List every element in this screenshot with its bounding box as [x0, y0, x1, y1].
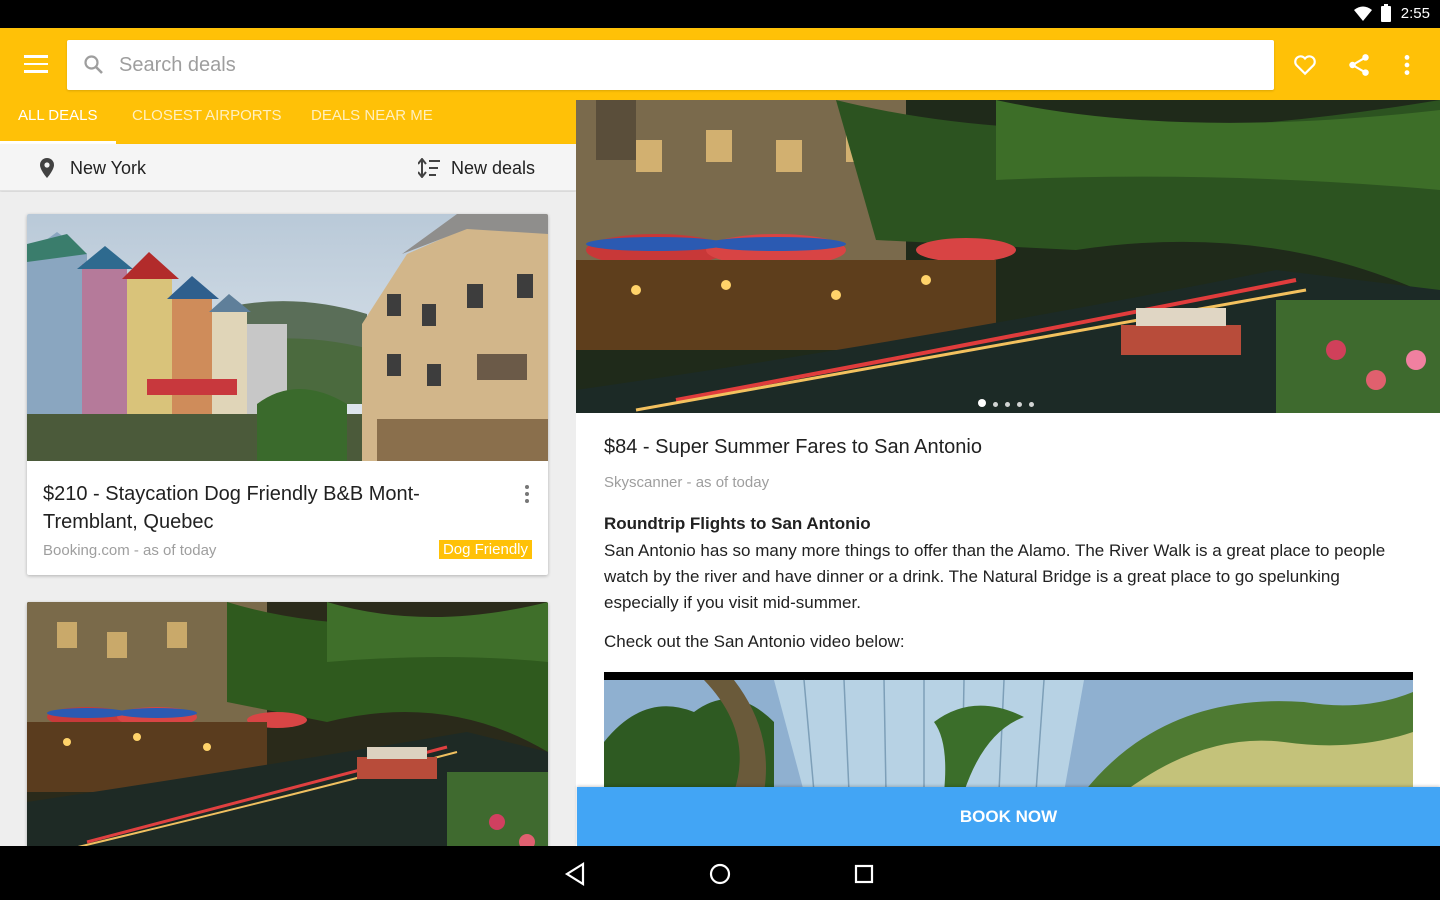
share-icon[interactable] [1346, 52, 1372, 78]
recents-icon[interactable] [851, 861, 877, 887]
deal-list: $210 - Staycation Dog Friendly B&B Mont-… [0, 192, 576, 846]
tab-closest-airports[interactable]: CLOSEST AIRPORTS [132, 100, 282, 144]
gallery-dot[interactable] [1005, 402, 1010, 407]
search-icon [84, 55, 103, 74]
gallery-dot[interactable] [1029, 402, 1034, 407]
sort-selector[interactable]: New deals [451, 158, 535, 179]
detail-title: $84 - Super Summer Fares to San Antonio [604, 436, 982, 458]
location-pin-icon [40, 158, 54, 178]
deal-tabs: ALL DEALS CLOSEST AIRPORTS DEALS NEAR ME [0, 100, 576, 144]
location-selector[interactable]: New York [70, 158, 146, 179]
tab-all-deals[interactable]: ALL DEALS [0, 100, 115, 144]
favorite-icon[interactable] [1292, 52, 1318, 78]
deal-card[interactable] [27, 602, 548, 846]
deal-image [27, 602, 548, 846]
home-icon[interactable] [707, 861, 733, 887]
deal-image [27, 214, 548, 461]
search-box[interactable] [67, 40, 1274, 90]
status-bar: 2:55 [0, 0, 1440, 28]
detail-heading: Roundtrip Flights to San Antonio [604, 514, 871, 533]
search-input[interactable] [119, 40, 1259, 90]
battery-icon [1381, 4, 1391, 22]
deal-source: Booking.com - as of today [43, 542, 217, 559]
menu-icon[interactable] [18, 50, 54, 78]
detail-source: Skyscanner - as of today [604, 474, 770, 491]
gallery-indicator [978, 394, 1041, 407]
more-vert-icon[interactable] [1394, 52, 1420, 78]
sort-icon [418, 158, 440, 178]
wifi-icon [1354, 6, 1372, 21]
gallery-dot[interactable] [978, 399, 986, 407]
hero-image[interactable] [576, 100, 1440, 413]
deal-title: $210 - Staycation Dog Friendly B&B Mont-… [43, 483, 420, 533]
video-player[interactable] [604, 672, 1413, 792]
filter-bar: New York New deals [0, 144, 576, 191]
system-nav-bar [0, 846, 1440, 900]
gallery-dot[interactable] [993, 402, 998, 407]
status-time: 2:55 [1400, 5, 1430, 22]
detail-body: San Antonio has so many more things to o… [604, 541, 1386, 612]
deal-card[interactable]: $210 - Staycation Dog Friendly B&B Mont-… [27, 214, 548, 575]
book-now-button[interactable]: BOOK NOW [577, 787, 1440, 846]
deal-badge: Dog Friendly [438, 540, 532, 559]
detail-video-prompt: Check out the San Antonio video below: [604, 632, 905, 651]
more-vert-icon[interactable] [520, 482, 534, 506]
tab-deals-near-me[interactable]: DEALS NEAR ME [311, 100, 433, 144]
app-toolbar [0, 28, 1440, 100]
gallery-dot[interactable] [1017, 402, 1022, 407]
back-icon[interactable] [563, 861, 589, 887]
deal-detail: $84 - Super Summer Fares to San Antonio … [576, 100, 1440, 846]
